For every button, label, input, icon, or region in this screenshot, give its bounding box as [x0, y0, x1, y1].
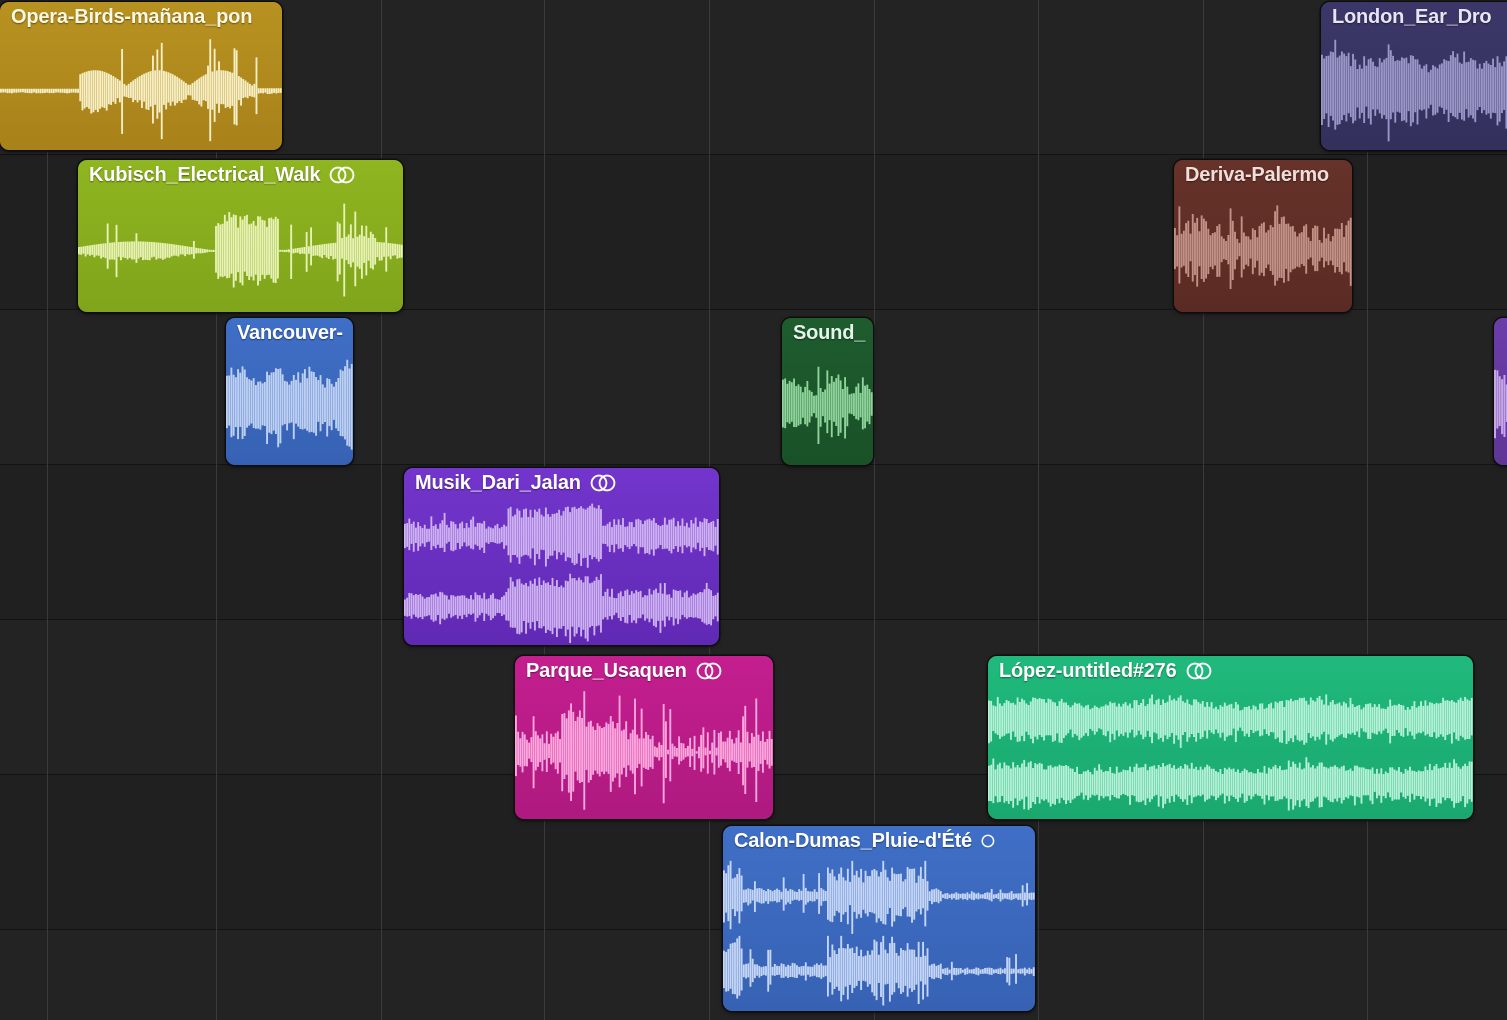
audio-region-clip[interactable]: Deriva-Palermo [1174, 160, 1352, 312]
clip-title: Parque_Usaquen [526, 659, 687, 682]
waveform-display [723, 856, 1035, 1011]
waveform-channel [988, 689, 1473, 753]
audio-region-clip[interactable]: Sound_ [782, 318, 873, 465]
clip-title: Vancouver- [237, 321, 343, 344]
waveform-display [0, 32, 282, 150]
clip-title: Kubisch_Electrical_Walk [89, 163, 321, 186]
clip-header[interactable]: Musik_Dari_Jalan [404, 468, 719, 498]
bar-gridline [1038, 0, 1039, 1020]
waveform-display [1321, 32, 1507, 150]
bar-gridline [47, 0, 48, 1020]
stereo-circles-icon [1186, 662, 1212, 680]
clip-title: Calon-Dumas_Pluie-d'Été [734, 829, 972, 852]
bar-gridline [216, 0, 217, 1020]
bar-gridline [1367, 0, 1368, 1020]
stereo-circles-icon [329, 166, 355, 184]
waveform-channel [1494, 350, 1507, 463]
audio-region-clip[interactable]: Vancouver- [226, 318, 353, 465]
stereo-circles-icon [696, 662, 722, 680]
audio-region-clip[interactable] [1494, 318, 1507, 465]
audio-region-clip[interactable]: López-untitled#276 [988, 656, 1473, 819]
waveform-display [226, 348, 353, 465]
track-lane-4[interactable] [0, 465, 1507, 620]
stereo-circles-icon [981, 832, 1001, 850]
waveform-channel [404, 501, 719, 572]
waveform-channel [782, 350, 873, 463]
waveform-display [988, 686, 1473, 819]
clip-title: Opera-Birds-mañana_pon [11, 5, 253, 28]
waveform-display [1174, 190, 1352, 312]
waveform-channel [723, 859, 1035, 934]
waveform-display [515, 686, 773, 819]
waveform-channel [515, 688, 773, 817]
waveform-display [782, 348, 873, 465]
clip-header[interactable]: Parque_Usaquen [515, 656, 773, 686]
waveform-channel [226, 350, 353, 463]
waveform-channel [78, 192, 403, 310]
waveform-display [404, 498, 719, 645]
audio-region-clip[interactable]: London_Ear_Dro [1321, 2, 1507, 150]
audio-region-clip[interactable]: Musik_Dari_Jalan [404, 468, 719, 645]
waveform-channel [1321, 34, 1507, 148]
clip-header[interactable]: Sound_ [782, 318, 873, 348]
clip-header[interactable]: Calon-Dumas_Pluie-d'Été [723, 826, 1035, 856]
waveform-channel [723, 934, 1035, 1009]
audio-region-clip[interactable]: Opera-Birds-mañana_pon [0, 2, 282, 150]
bar-gridline [381, 0, 382, 1020]
waveform-channel [404, 572, 719, 643]
audio-region-clip[interactable]: Parque_Usaquen [515, 656, 773, 819]
waveform-display [1494, 348, 1507, 465]
clip-header[interactable] [1494, 318, 1507, 348]
stereo-circles-icon [590, 474, 616, 492]
clip-title: Sound_ [793, 321, 866, 344]
clip-title: London_Ear_Dro [1332, 5, 1492, 28]
waveform-channel [0, 34, 282, 148]
track-divider [0, 154, 1507, 155]
bar-gridline [1203, 0, 1204, 1020]
audio-timeline-canvas[interactable]: Opera-Birds-mañana_pon London_Ear_Dro Kubi… [0, 0, 1507, 1020]
clip-title: López-untitled#276 [999, 659, 1177, 682]
clip-header[interactable]: Kubisch_Electrical_Walk [78, 160, 403, 190]
clip-header[interactable]: London_Ear_Dro [1321, 2, 1507, 32]
clip-header[interactable]: Vancouver- [226, 318, 353, 348]
clip-header[interactable]: López-untitled#276 [988, 656, 1473, 686]
waveform-display [78, 190, 403, 312]
audio-region-clip[interactable]: Kubisch_Electrical_Walk [78, 160, 403, 312]
clip-title: Musik_Dari_Jalan [415, 471, 581, 494]
waveform-channel [1174, 192, 1352, 310]
waveform-channel [988, 753, 1473, 817]
audio-region-clip[interactable]: Calon-Dumas_Pluie-d'Été [723, 826, 1035, 1011]
clip-header[interactable]: Deriva-Palermo [1174, 160, 1352, 190]
clip-title: Deriva-Palermo [1185, 163, 1329, 186]
clip-header[interactable]: Opera-Birds-mañana_pon [0, 2, 282, 32]
track-divider [0, 619, 1507, 620]
